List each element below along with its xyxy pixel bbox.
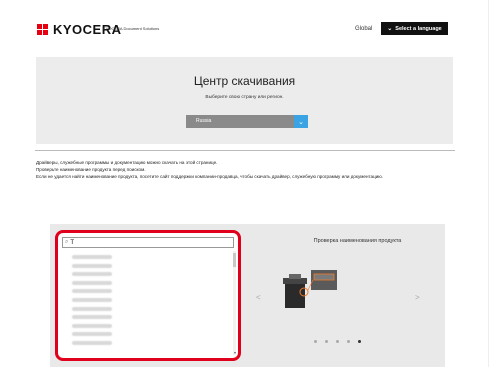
- list-item[interactable]: [62, 339, 234, 348]
- list-item[interactable]: [62, 305, 234, 314]
- sub-brand-text: KYOCERA Document Solutions: [103, 26, 160, 31]
- product-search-box: ⌕ T ▾: [55, 230, 241, 361]
- info-line: Драйверы, служебные программы и документ…: [36, 160, 218, 165]
- carousel-next-icon[interactable]: >: [415, 293, 420, 302]
- list-item[interactable]: [62, 279, 234, 288]
- logo-mark-icon: [37, 23, 51, 36]
- list-item[interactable]: [62, 253, 234, 262]
- region-select[interactable]: Russia ⌄: [186, 115, 308, 128]
- carousel-dot[interactable]: [314, 340, 317, 343]
- search-results-list[interactable]: [62, 253, 234, 353]
- info-line: Проверьте наименование продукта перед по…: [36, 166, 146, 172]
- select-language-button[interactable]: ⌄ Select a language: [381, 22, 448, 35]
- results-scrollbar[interactable]: [233, 251, 236, 355]
- chevron-down-icon[interactable]: ⌄: [294, 115, 308, 128]
- carousel-dot[interactable]: [336, 340, 339, 343]
- scrollbar-thumb[interactable]: [233, 253, 236, 267]
- page-subtitle: Выберите свою страну или регион.: [205, 95, 284, 100]
- product-check-title: Проверка наименования продукта: [313, 238, 402, 244]
- carousel-dot[interactable]: [325, 340, 328, 343]
- region-select-value: Russia: [196, 118, 212, 124]
- scroll-down-icon[interactable]: ▾: [234, 350, 236, 355]
- list-item[interactable]: [62, 313, 234, 322]
- list-item[interactable]: [62, 287, 234, 296]
- chevron-down-icon: ⌄: [387, 26, 393, 32]
- divider: [35, 150, 455, 151]
- product-search-value: T: [70, 239, 75, 246]
- carousel-dots: [314, 340, 361, 343]
- carousel-prev-icon[interactable]: <: [256, 293, 261, 302]
- search-icon: ⌕: [65, 239, 69, 245]
- info-text: Драйверы, служебные программы и документ…: [36, 160, 456, 181]
- site-header: KYOCERA KYOCERA Document Solutions Globa…: [0, 0, 489, 57]
- product-search-input[interactable]: ⌕ T: [62, 237, 234, 248]
- label-panel-highlight: [313, 273, 335, 281]
- carousel-dot[interactable]: [347, 340, 350, 343]
- list-item[interactable]: [62, 330, 234, 339]
- list-item[interactable]: [62, 296, 234, 305]
- info-line: Если не удается найти наименование проду…: [36, 173, 384, 179]
- list-item[interactable]: [62, 262, 234, 271]
- carousel-dot-active[interactable]: [358, 340, 361, 343]
- select-language-label: Select a language: [395, 25, 442, 32]
- hero-band: [36, 57, 453, 144]
- printer-scanner: [289, 274, 301, 279]
- list-item[interactable]: [62, 270, 234, 279]
- printer-illustration: [283, 270, 337, 308]
- global-link[interactable]: Global: [355, 26, 372, 32]
- page-title: Центр скачивания: [193, 74, 296, 88]
- list-item[interactable]: [62, 322, 234, 331]
